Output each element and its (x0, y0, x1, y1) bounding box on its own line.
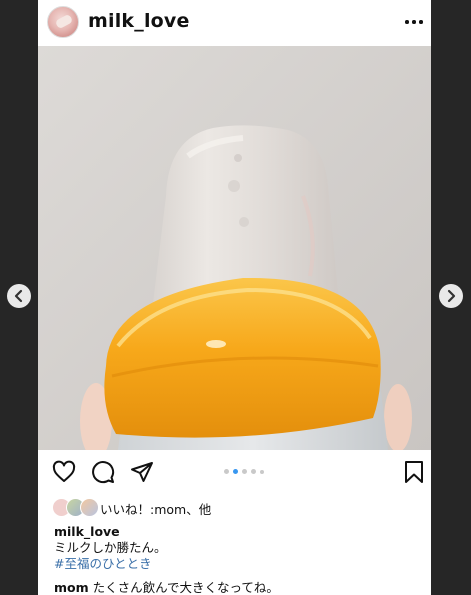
baby-bottle-image (38, 46, 431, 450)
caption-text: ミルクしか勝たん。 (54, 540, 167, 555)
chevron-left-icon[interactable] (7, 284, 31, 308)
caption-username[interactable]: milk_love (54, 524, 424, 540)
comment-username[interactable]: mom (54, 580, 89, 595)
caption: milk_love ミルクしか勝たん。 #至福のひととき (54, 524, 424, 572)
post-header: milk_love (38, 0, 431, 46)
action-bar (38, 450, 431, 496)
comment: mom たくさん飲んで大きくなってね。 (54, 577, 279, 595)
liker-avatar[interactable] (80, 498, 99, 517)
comment-text: たくさん飲んで大きくなってね。 (92, 580, 279, 595)
post-card: milk_love いいね！:mom、他 milk_love ミルクしか勝たん。… (38, 0, 431, 595)
heart-icon[interactable] (52, 460, 76, 488)
post-photo[interactable] (38, 46, 431, 450)
bookmark-icon[interactable] (403, 460, 425, 488)
caption-hashtag[interactable]: #至福のひととき (54, 556, 424, 572)
likes-text[interactable]: いいね！:mom、他 (100, 499, 211, 518)
post-username[interactable]: milk_love (88, 10, 190, 32)
chevron-right-icon[interactable] (439, 284, 463, 308)
comment-icon[interactable] (91, 460, 115, 488)
paper-plane-icon[interactable] (130, 460, 154, 488)
avatar[interactable] (47, 6, 79, 38)
likes-row: いいね！:mom、他 (38, 496, 431, 520)
more-options-icon[interactable] (405, 12, 425, 30)
